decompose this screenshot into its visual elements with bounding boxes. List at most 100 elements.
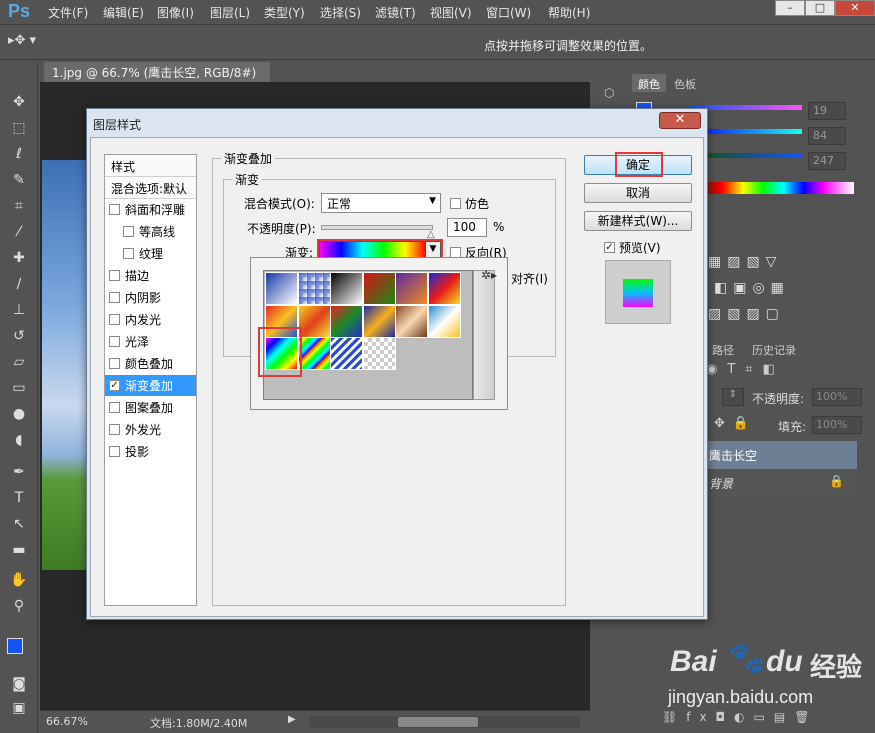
gradient-preset-swatch[interactable]: [297, 337, 331, 370]
style-checkbox[interactable]: [109, 292, 120, 303]
style-checkbox[interactable]: [109, 204, 120, 215]
status-menu-arrow-icon[interactable]: ▶: [288, 714, 296, 725]
menu-view[interactable]: 视图(V): [430, 4, 472, 21]
style-list-head[interactable]: 样式: [105, 155, 196, 177]
layers-fill-input[interactable]: 100%: [812, 416, 862, 434]
style-checkbox[interactable]: [109, 314, 120, 325]
blur-tool-icon[interactable]: ●: [9, 404, 29, 424]
style-item[interactable]: 内发光: [105, 309, 196, 330]
quick-select-tool-icon[interactable]: ✎: [9, 170, 29, 190]
gradient-preset-swatch[interactable]: [427, 304, 461, 338]
adjustment-icons-row2[interactable]: ◧▣◎▦: [714, 280, 874, 296]
new-style-button[interactable]: 新建样式(W)...: [584, 211, 692, 231]
layer-filter-icons[interactable]: ◉T⌗◧: [706, 362, 866, 380]
style-item[interactable]: 图案叠加: [105, 397, 196, 418]
opacity-input[interactable]: 100: [447, 218, 487, 237]
cancel-button[interactable]: 取消: [584, 183, 692, 203]
dither-checkbox[interactable]: [450, 198, 461, 209]
style-checkbox[interactable]: [109, 270, 120, 281]
style-checkbox[interactable]: [123, 226, 134, 237]
menu-select[interactable]: 选择(S): [320, 4, 361, 21]
picker-gear-icon[interactable]: ✲▸: [481, 268, 497, 282]
style-checkbox[interactable]: [123, 248, 134, 259]
style-item[interactable]: 纹理: [105, 243, 196, 264]
screen-mode-icon[interactable]: ▣: [9, 698, 29, 718]
move-tool-preset-icon[interactable]: ▸✥ ▾: [8, 33, 52, 53]
style-checkbox[interactable]: ✓: [109, 380, 120, 391]
gradient-preset-swatch[interactable]: [265, 272, 298, 305]
quick-mask-icon[interactable]: ◙: [9, 674, 29, 694]
zoom-tool-icon[interactable]: ⚲: [9, 596, 29, 616]
pen-tool-icon[interactable]: ✒: [9, 462, 29, 482]
hand-tool-icon[interactable]: ✋: [9, 570, 29, 590]
green-value[interactable]: 84: [808, 127, 846, 145]
gradient-preset-swatch[interactable]: [330, 304, 363, 338]
foreground-color-swatch[interactable]: [7, 638, 23, 654]
adjustment-icons-row3[interactable]: ▨▧▨▢: [708, 306, 868, 322]
style-item[interactable]: 内阴影: [105, 287, 196, 308]
horizontal-scrollbar[interactable]: [310, 716, 580, 728]
history-brush-icon[interactable]: ↺: [9, 326, 29, 346]
menu-image[interactable]: 图像(I): [157, 4, 194, 21]
shape-tool-icon[interactable]: ▬: [9, 540, 29, 560]
crop-tool-icon[interactable]: ⌗: [9, 196, 29, 216]
gradient-preset-swatch[interactable]: [362, 337, 396, 370]
menu-help[interactable]: 帮助(H): [548, 4, 590, 21]
eraser-tool-icon[interactable]: ▱: [9, 352, 29, 372]
gradient-preset-swatch[interactable]: [362, 304, 396, 338]
eyedropper-tool-icon[interactable]: ⁄: [9, 222, 29, 242]
brush-tool-icon[interactable]: ∕: [9, 274, 29, 294]
layers-bottom-icons[interactable]: ⛓fx◘◐▭▤🗑: [662, 710, 872, 728]
menu-edit[interactable]: 编辑(E): [103, 4, 144, 21]
lasso-tool-icon[interactable]: ℓ: [9, 144, 29, 164]
menu-file[interactable]: 文件(F): [48, 4, 88, 21]
style-item[interactable]: 斜面和浮雕: [105, 199, 196, 220]
marquee-tool-icon[interactable]: ⬚: [9, 118, 29, 138]
style-checkbox[interactable]: [109, 446, 120, 457]
style-item[interactable]: 等高线: [105, 221, 196, 242]
3d-icon[interactable]: ⬡: [604, 86, 620, 102]
dodge-tool-icon[interactable]: ◖: [9, 430, 29, 450]
style-checkbox[interactable]: [109, 402, 120, 413]
tab-history[interactable]: 历史记录: [746, 340, 802, 358]
close-button[interactable]: ✕: [835, 0, 875, 16]
layers-opacity-input[interactable]: 100%: [812, 388, 862, 406]
gradient-preset-swatch[interactable]: [395, 304, 428, 338]
healing-brush-icon[interactable]: ✚: [9, 248, 29, 268]
zoom-level[interactable]: 66.67%: [46, 715, 88, 728]
menu-filter[interactable]: 滤镜(T): [375, 4, 416, 21]
style-checkbox[interactable]: [109, 424, 120, 435]
blue-value[interactable]: 247: [808, 152, 846, 170]
preview-checkbox[interactable]: ✓: [604, 242, 615, 253]
blend-select-arrow[interactable]: ⇕: [722, 388, 744, 406]
path-select-icon[interactable]: ↖: [9, 514, 29, 534]
style-item[interactable]: 描边: [105, 265, 196, 286]
style-item[interactable]: 外发光: [105, 419, 196, 440]
tab-swatches[interactable]: 色板: [668, 74, 702, 92]
adjustment-icons[interactable]: ▦▨▧▽: [708, 254, 868, 270]
style-item[interactable]: 投影: [105, 441, 196, 462]
style-item[interactable]: 颜色叠加: [105, 353, 196, 374]
gradient-preset-swatch[interactable]: [330, 337, 363, 370]
layer-row-active[interactable]: 鹰击长空: [705, 441, 857, 469]
dialog-close-button[interactable]: ✕: [659, 112, 701, 129]
lock-icons[interactable]: ✥🔒: [714, 416, 757, 431]
stamp-tool-icon[interactable]: ⊥: [9, 300, 29, 320]
gradient-preset-swatch[interactable]: [297, 304, 331, 338]
maximize-button[interactable]: □: [805, 0, 835, 16]
style-item[interactable]: ✓ 渐变叠加: [105, 375, 196, 396]
gradient-preset-swatch[interactable]: [297, 272, 331, 305]
picker-scrollbar[interactable]: [473, 270, 495, 400]
type-tool-icon[interactable]: T: [9, 488, 29, 508]
tab-paths[interactable]: 路径: [706, 340, 740, 358]
scrollbar-thumb[interactable]: [398, 717, 478, 727]
move-tool-icon[interactable]: ✥: [9, 92, 29, 112]
document-tab[interactable]: 1.jpg @ 66.7% (鹰击长空, RGB/8#) * ×: [44, 62, 270, 95]
gradient-tool-icon[interactable]: ▭: [9, 378, 29, 398]
menu-layer[interactable]: 图层(L): [210, 4, 250, 21]
blend-mode-select[interactable]: 正常 ▼: [321, 193, 441, 213]
style-checkbox[interactable]: [109, 358, 120, 369]
red-value[interactable]: 19: [808, 102, 846, 120]
minimize-button[interactable]: –: [775, 0, 805, 16]
menu-window[interactable]: 窗口(W): [486, 4, 531, 21]
